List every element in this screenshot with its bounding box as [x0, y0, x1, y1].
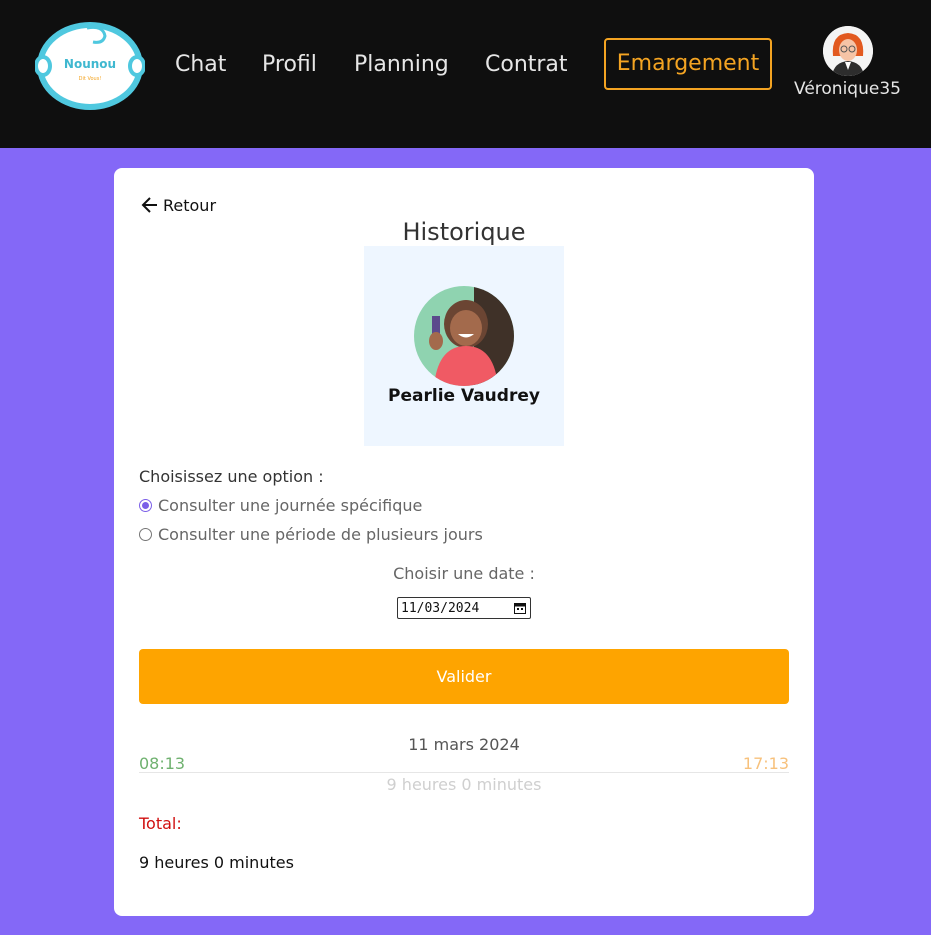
top-navbar: Nounou Dit Vous! Chat Profil Planning Co… — [0, 0, 931, 148]
nav-planning[interactable]: Planning — [354, 49, 449, 81]
nav-chat[interactable]: Chat — [175, 49, 226, 81]
total-label: Total: — [139, 814, 182, 833]
child-photo — [414, 286, 514, 386]
child-name: Pearlie Vaudrey — [388, 386, 540, 406]
date-input[interactable]: 11/03/2024 — [397, 597, 531, 619]
username: Véronique35 — [794, 79, 901, 99]
arrow-left-icon — [141, 197, 157, 213]
options-label: Choisissez une option : — [139, 467, 324, 486]
departure-time: 17:13 — [742, 754, 789, 773]
radio-specific-day[interactable] — [139, 498, 152, 512]
user-avatar — [822, 26, 873, 76]
date-value: 11/03/2024 — [401, 600, 480, 616]
date-label: Choisir une date : — [393, 564, 535, 583]
entry-duration: 9 heures 0 minutes — [386, 775, 542, 794]
svg-text:Nounou: Nounou — [64, 57, 116, 71]
nav-emargement[interactable]: Emargement — [604, 38, 772, 90]
history-card: Retour Historique Pearlie Vaudrey Choisi… — [114, 168, 814, 916]
entry-date: 11 mars 2024 — [408, 735, 520, 754]
validate-button[interactable]: Valider — [139, 649, 789, 704]
nounou-logo[interactable]: Nounou Dit Vous! — [35, 18, 145, 110]
user-menu[interactable]: Véronique35 — [790, 26, 905, 99]
option-specific-day[interactable]: Consulter une journée spécifique — [139, 494, 422, 516]
back-label: Retour — [163, 195, 217, 215]
child-card: Pearlie Vaudrey — [364, 246, 564, 446]
nav-contrat[interactable]: Contrat — [485, 49, 568, 81]
radio-multi-day[interactable] — [139, 527, 152, 541]
total-value: 9 heures 0 minutes — [139, 853, 294, 872]
option-multi-day[interactable]: Consulter une période de plusieurs jours — [139, 523, 483, 545]
calendar-icon[interactable] — [514, 602, 526, 614]
option-multi-day-label: Consulter une période de plusieurs jours — [158, 524, 483, 544]
arrival-time: 08:13 — [139, 754, 186, 773]
page-title: Historique — [402, 218, 526, 246]
timeline-divider — [139, 772, 789, 773]
back-button[interactable]: Retour — [140, 194, 216, 216]
nav-profil[interactable]: Profil — [262, 49, 317, 81]
svg-text:Dit Vous!: Dit Vous! — [79, 76, 102, 82]
option-specific-day-label: Consulter une journée spécifique — [158, 495, 423, 515]
